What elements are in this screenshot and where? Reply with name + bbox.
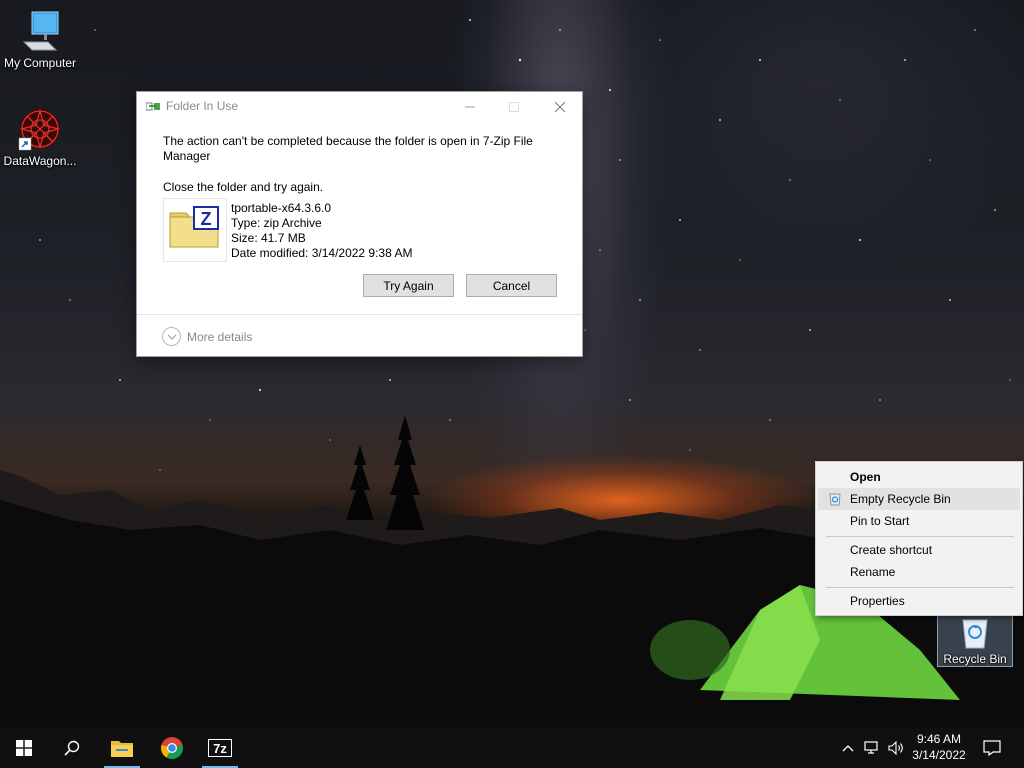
speaker-icon — [888, 741, 903, 755]
file-explorer-icon — [111, 741, 133, 757]
minimize-icon — [465, 106, 475, 107]
file-size: Size: 41.7 MB — [231, 231, 306, 245]
7zip-archive-icon: Z — [169, 206, 219, 248]
file-move-icon — [146, 102, 160, 111]
clock-date: 3/14/2022 — [912, 748, 966, 762]
file-name: tportable-x64.3.6.0 — [231, 201, 332, 215]
file-type: Type: zip Archive — [231, 216, 322, 230]
start-button[interactable] — [4, 728, 44, 768]
notification-icon — [983, 740, 1001, 756]
chevron-up-icon — [842, 745, 854, 752]
taskbar-clock[interactable]: 9:46 AM 3/14/2022 — [908, 731, 970, 763]
menu-item-label: Rename — [850, 565, 896, 579]
menu-item-empty-recycle-bin[interactable]: Empty Recycle Bin — [818, 488, 1020, 510]
dialog-title: Folder In Use — [166, 99, 239, 113]
start-icon — [16, 740, 32, 756]
dialog-titlebar[interactable]: Folder In Use — [137, 92, 582, 122]
more-details-label: More details — [187, 329, 253, 344]
svg-text:7z: 7z — [213, 741, 227, 756]
search-icon — [64, 740, 80, 756]
cancel-button[interactable]: Cancel — [466, 274, 557, 297]
recycle-bin-context-menu: Open Empty Recycle Bin Pin to Start Crea… — [815, 461, 1023, 616]
more-details-toggle[interactable]: More details — [162, 327, 252, 346]
desktop-icon-my-computer[interactable]: My Computer — [0, 8, 80, 70]
desktop-icon-label: DataWagon... — [3, 154, 77, 168]
menu-item-label: Empty Recycle Bin — [850, 492, 951, 506]
computer-icon — [22, 11, 59, 51]
recycle-bin-icon — [962, 619, 988, 649]
taskbar: 7z 9:46 AM 3/14/2022 — [0, 728, 1024, 768]
maximize-icon — [509, 101, 519, 112]
network-icon — [864, 741, 878, 754]
taskbar-7zip[interactable]: 7z — [200, 728, 240, 768]
desktop-icon-label: My Computer — [3, 56, 77, 70]
menu-separator — [826, 587, 1014, 588]
file-thumbnail: Z — [163, 198, 227, 262]
taskbar-file-explorer[interactable] — [102, 728, 142, 768]
folder-in-use-dialog: Folder In Use The action can't be comple… — [136, 91, 583, 357]
desktop-icon-label: Recycle Bin — [943, 652, 1007, 666]
dialog-instruction: Close the folder and try again. — [163, 180, 324, 194]
datawagon-icon — [18, 108, 61, 151]
show-hidden-icons-button[interactable] — [836, 728, 860, 768]
menu-item-properties[interactable]: Properties — [818, 590, 1020, 612]
7zip-icon: 7z — [208, 739, 232, 757]
close-icon — [555, 101, 565, 112]
system-tray — [836, 728, 908, 768]
chevron-down-icon — [162, 327, 181, 346]
search-button[interactable] — [52, 728, 92, 768]
recycle-bin-small-icon — [829, 493, 841, 506]
volume-button[interactable] — [884, 728, 908, 768]
file-date-modified: Date modified: 3/14/2022 9:38 AM — [231, 246, 413, 260]
try-again-button[interactable]: Try Again — [363, 274, 454, 297]
clock-time: 9:46 AM — [916, 732, 962, 746]
file-info: tportable-x64.3.6.0 Type: zip Archive Si… — [231, 201, 412, 261]
desktop-icon-recycle-bin[interactable]: Recycle Bin — [937, 613, 1013, 667]
dialog-message: The action can't be completed because th… — [163, 134, 533, 163]
menu-separator — [826, 536, 1014, 537]
action-center-button[interactable] — [972, 728, 1012, 768]
maximize-button[interactable] — [491, 92, 537, 121]
menu-item-open[interactable]: Open — [818, 466, 1020, 488]
dialog-footer: More details — [137, 314, 582, 356]
menu-item-create-shortcut[interactable]: Create shortcut — [818, 539, 1020, 561]
close-button[interactable] — [537, 92, 583, 121]
taskbar-chrome[interactable] — [152, 728, 192, 768]
network-button[interactable] — [860, 728, 884, 768]
chrome-icon — [161, 737, 183, 759]
menu-item-pin-to-start[interactable]: Pin to Start — [818, 510, 1020, 532]
menu-item-label: Properties — [850, 594, 905, 608]
menu-item-label: Pin to Start — [850, 514, 910, 528]
svg-text:Z: Z — [201, 209, 212, 229]
menu-item-label: Create shortcut — [850, 543, 933, 557]
minimize-button[interactable] — [447, 92, 493, 121]
desktop-icon-datawagon[interactable]: DataWagon... — [0, 106, 80, 168]
menu-item-rename[interactable]: Rename — [818, 561, 1020, 583]
menu-item-label: Open — [850, 470, 881, 484]
